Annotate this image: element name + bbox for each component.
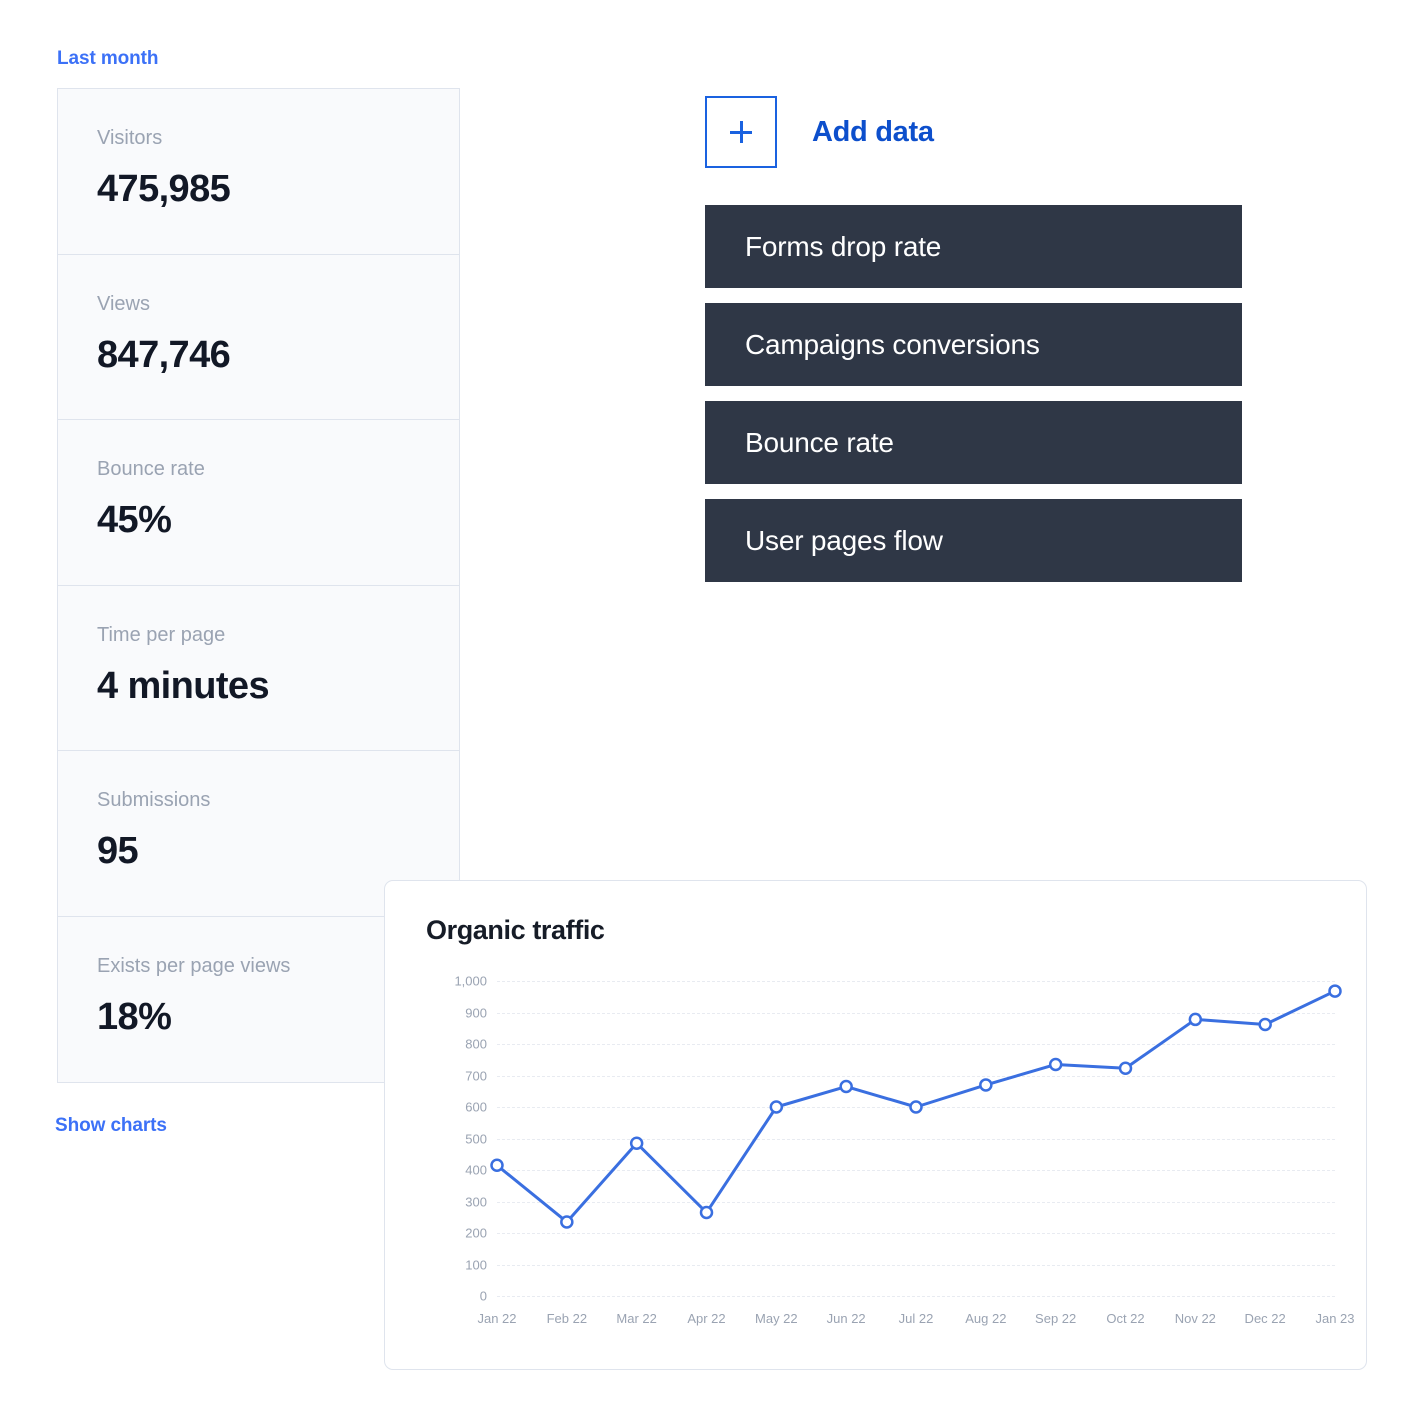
y-axis-tick: 900 xyxy=(465,1005,487,1020)
x-axis-tick: Sep 22 xyxy=(1035,1311,1077,1326)
organic-traffic-card: Organic traffic 0 100 200 300 400 500 600 700 80… xyxy=(384,880,1367,1370)
metric-value: 475,985 xyxy=(97,168,231,210)
y-axis-tick: 1,000 xyxy=(454,973,487,989)
gridline xyxy=(497,1296,1335,1297)
y-axis-tick: 300 xyxy=(465,1194,487,1209)
add-data-label[interactable]: Add data xyxy=(812,116,934,149)
data-point[interactable] xyxy=(979,1078,993,1092)
y-axis-tick: 100 xyxy=(465,1257,487,1272)
metric-value: 847,746 xyxy=(97,333,231,376)
data-option-button[interactable]: User pages flow xyxy=(705,499,1242,582)
data-options-list: Forms drop rate Campaigns conversions Boun… xyxy=(705,205,1242,582)
y-axis-tick: 200 xyxy=(465,1225,487,1241)
data-option-button[interactable]: Forms drop rate xyxy=(705,205,1242,288)
x-axis-tick: Feb 22 xyxy=(546,1311,588,1326)
metric-label: Visitors xyxy=(97,127,163,149)
plus-icon xyxy=(730,121,752,143)
x-axis-tick: Jul 22 xyxy=(898,1311,934,1326)
x-axis-tick: Apr 22 xyxy=(687,1311,726,1326)
metric-label: Bounce rate xyxy=(97,458,205,480)
data-point[interactable] xyxy=(1118,1061,1133,1076)
data-point[interactable] xyxy=(1258,1017,1272,1032)
data-point[interactable] xyxy=(629,1136,644,1150)
metric-row: Visitors 475,985 xyxy=(58,89,459,255)
chart-title: Organic traffic xyxy=(426,915,605,945)
x-axis-tick: Mar 22 xyxy=(616,1311,657,1326)
y-axis-tick: 600 xyxy=(465,1099,487,1115)
x-axis-tick: Nov 22 xyxy=(1174,1311,1216,1326)
x-axis-tick: Oct 22 xyxy=(1106,1311,1145,1326)
data-point[interactable] xyxy=(1048,1057,1063,1072)
metric-label: Time per page xyxy=(97,623,226,646)
metric-label: Submissions xyxy=(97,789,211,811)
data-point[interactable] xyxy=(1188,1012,1203,1027)
metric-row: Time per page 4 minutes xyxy=(58,586,459,751)
x-axis-tick: Jan 23 xyxy=(1315,1311,1355,1326)
data-point[interactable] xyxy=(699,1205,714,1220)
data-point[interactable] xyxy=(839,1079,853,1094)
data-point[interactable] xyxy=(909,1100,923,1114)
x-axis-tick: Jan 22 xyxy=(477,1311,517,1326)
x-axis-tick: Jun 22 xyxy=(826,1311,866,1326)
dashboard-page: Last month Visitors 475,985 Views 847,746 Bo… xyxy=(0,0,1403,1403)
add-data-plus-button[interactable] xyxy=(705,96,777,168)
metric-row: Bounce rate 45% xyxy=(58,420,459,586)
y-axis-tick: 700 xyxy=(465,1068,487,1083)
x-axis-tick: Aug 22 xyxy=(965,1311,1007,1326)
metric-value: 95 xyxy=(97,830,139,872)
metric-label: Views xyxy=(97,292,150,315)
y-axis-labels: 0 100 200 300 400 500 600 700 800 900 1,000 xyxy=(425,974,487,1304)
data-point[interactable] xyxy=(769,1100,784,1114)
last-month-heading: Last month xyxy=(57,48,159,69)
metric-value: 45% xyxy=(97,499,172,541)
data-option-button[interactable]: Campaigns conversions xyxy=(705,303,1242,386)
y-axis-tick: 800 xyxy=(465,1036,487,1052)
add-data-row: Add data xyxy=(705,96,934,168)
y-axis-tick: 400 xyxy=(465,1162,487,1178)
data-point[interactable] xyxy=(1328,984,1342,998)
x-axis-tick: Dec 22 xyxy=(1244,1311,1286,1326)
y-axis-tick: 0 xyxy=(479,1288,487,1304)
chart-plot-area: 0 100 200 300 400 500 600 700 800 900 1,000 Jan 22… xyxy=(425,974,1354,1341)
data-option-button[interactable]: Bounce rate xyxy=(705,401,1242,484)
show-charts-link[interactable]: Show charts xyxy=(55,1115,167,1137)
y-axis-tick: 500 xyxy=(465,1131,487,1146)
metric-row: Views 847,746 xyxy=(58,255,459,420)
line-series xyxy=(490,984,1342,1229)
x-axis-tick: May 22 xyxy=(755,1311,798,1326)
data-point[interactable] xyxy=(560,1215,574,1229)
x-axis-labels: Jan 22 Feb 22 Mar 22 Apr 22 May 22 Jun 22 Jul … xyxy=(477,1311,1354,1335)
data-point[interactable] xyxy=(490,1158,504,1173)
metric-value: 4 minutes xyxy=(97,664,270,707)
